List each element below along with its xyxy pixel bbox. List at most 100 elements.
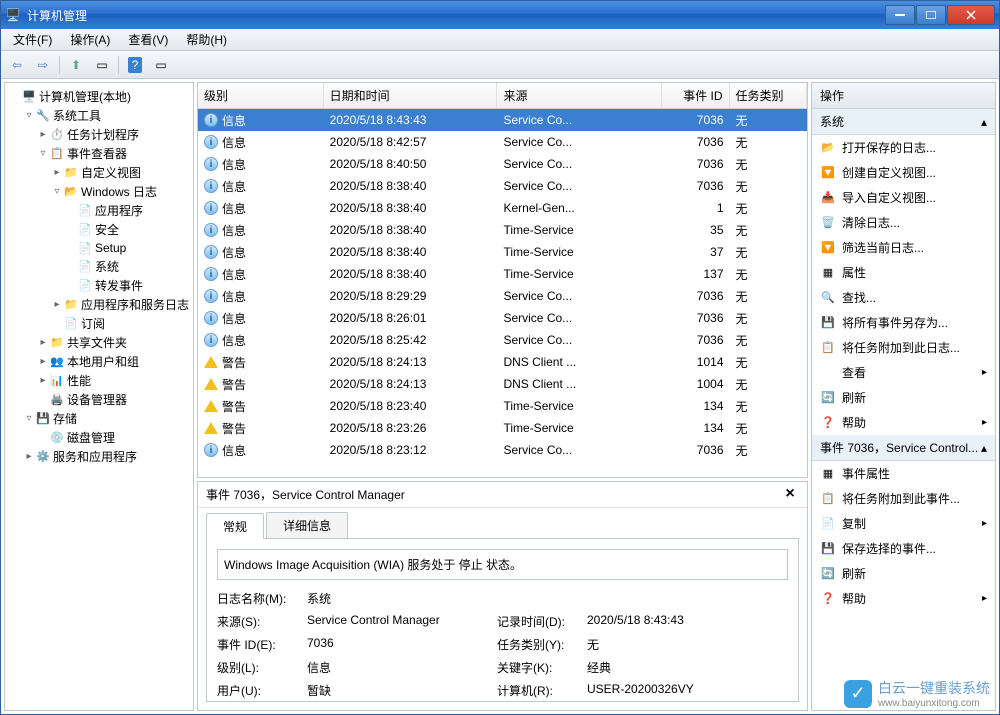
action-item[interactable]: 查看▸: [812, 360, 995, 385]
tree-toggle-icon[interactable]: ▸: [23, 451, 35, 462]
tree-node[interactable]: 📄安全: [5, 220, 193, 239]
tree-node[interactable]: 📄Setup: [5, 239, 193, 257]
tree-node[interactable]: ▸⏱️任务计划程序: [5, 125, 193, 144]
tree-node[interactable]: ▿💾存储: [5, 409, 193, 428]
tree-node[interactable]: ▸👥本地用户和组: [5, 352, 193, 371]
tree-node[interactable]: ▿🔧系统工具: [5, 106, 193, 125]
action-item[interactable]: 📂打开保存的日志...: [812, 135, 995, 160]
tree-label: 服务和应用程序: [53, 448, 137, 465]
show-hide-button[interactable]: ▭: [90, 54, 114, 76]
tree-toggle-icon[interactable]: ▿: [51, 186, 63, 197]
col-source[interactable]: 来源: [497, 83, 661, 108]
action-item[interactable]: 💾保存选择的事件...: [812, 536, 995, 561]
event-row[interactable]: 警告2020/5/18 8:23:26Time-Service134无: [198, 417, 807, 439]
event-row[interactable]: i信息2020/5/18 8:38:40Time-Service37无: [198, 241, 807, 263]
keyword-label: 关键字(K):: [497, 659, 587, 676]
action-label: 帮助: [842, 590, 866, 607]
action-item[interactable]: ▦属性: [812, 260, 995, 285]
tab-general[interactable]: 常规: [206, 513, 264, 539]
tree-toggle-icon[interactable]: ▸: [37, 337, 49, 348]
col-level[interactable]: 级别: [198, 83, 324, 108]
event-row[interactable]: i信息2020/5/18 8:42:57Service Co...7036无: [198, 131, 807, 153]
event-row[interactable]: i信息2020/5/18 8:40:50Service Co...7036无: [198, 153, 807, 175]
event-row[interactable]: i信息2020/5/18 8:23:12Service Co...7036无: [198, 439, 807, 461]
event-row[interactable]: i信息2020/5/18 8:38:40Time-Service137无: [198, 263, 807, 285]
detail-close-button[interactable]: ×: [781, 487, 799, 503]
event-row[interactable]: i信息2020/5/18 8:38:40Kernel-Gen...1无: [198, 197, 807, 219]
tree-toggle-icon[interactable]: ▿: [23, 110, 35, 121]
action-icon: 📋: [820, 491, 836, 507]
action-item[interactable]: 🔄刷新: [812, 561, 995, 586]
action-item[interactable]: 🔽创建自定义视图...: [812, 160, 995, 185]
minimize-button[interactable]: [885, 5, 915, 25]
collapse-icon[interactable]: ▴: [981, 441, 987, 455]
action-item[interactable]: 🗑️清除日志...: [812, 210, 995, 235]
action-item[interactable]: 🔄刷新: [812, 385, 995, 410]
back-button[interactable]: ⇦: [5, 54, 29, 76]
tree-node[interactable]: 📄应用程序: [5, 201, 193, 220]
props-button[interactable]: ▭: [149, 54, 173, 76]
tree-node[interactable]: 📄转发事件: [5, 276, 193, 295]
tree-node[interactable]: ▸📁应用程序和服务日志: [5, 295, 193, 314]
action-item[interactable]: 📋将任务附加到此事件...: [812, 486, 995, 511]
tree-toggle-icon[interactable]: ▸: [37, 129, 49, 140]
tree-node[interactable]: ▸📁共享文件夹: [5, 333, 193, 352]
action-label: 将任务附加到此日志...: [842, 339, 960, 356]
menu-file[interactable]: 文件(F): [5, 29, 60, 50]
action-icon: ❓: [820, 591, 836, 607]
tree-icon: 🖨️: [49, 392, 65, 408]
action-item[interactable]: 📄复制▸: [812, 511, 995, 536]
tree-node[interactable]: 📄系统: [5, 257, 193, 276]
tree-node[interactable]: 📄订阅: [5, 314, 193, 333]
col-id[interactable]: 事件 ID: [662, 83, 730, 108]
event-row[interactable]: i信息2020/5/18 8:38:40Service Co...7036无: [198, 175, 807, 197]
action-item[interactable]: ❓帮助▸: [812, 586, 995, 611]
event-row[interactable]: i信息2020/5/18 8:38:40Time-Service35无: [198, 219, 807, 241]
up-button[interactable]: ⬆: [64, 54, 88, 76]
tree-toggle-icon[interactable]: ▿: [23, 413, 35, 424]
close-button[interactable]: [947, 5, 995, 25]
help-button[interactable]: ?: [123, 54, 147, 76]
tree-toggle-icon[interactable]: ▸: [51, 299, 63, 310]
menu-help[interactable]: 帮助(H): [178, 29, 235, 50]
tree-node[interactable]: ▿📋事件查看器: [5, 144, 193, 163]
event-row[interactable]: i信息2020/5/18 8:25:42Service Co...7036无: [198, 329, 807, 351]
nav-tree[interactable]: 🖥️计算机管理(本地)▿🔧系统工具▸⏱️任务计划程序▿📋事件查看器▸📁自定义视图…: [4, 82, 194, 711]
maximize-button[interactable]: [916, 5, 946, 25]
action-item[interactable]: ▦事件属性: [812, 461, 995, 486]
col-date[interactable]: 日期和时间: [324, 83, 498, 108]
tree-toggle-icon[interactable]: ▸: [51, 167, 63, 178]
tree-toggle-icon[interactable]: ▸: [37, 375, 49, 386]
tree-node[interactable]: ▸📁自定义视图: [5, 163, 193, 182]
col-cat[interactable]: 任务类别: [730, 83, 808, 108]
tree-toggle-icon[interactable]: ▿: [37, 148, 49, 159]
tree-node[interactable]: ▿📂Windows 日志: [5, 182, 193, 201]
tree-node[interactable]: ▸⚙️服务和应用程序: [5, 447, 193, 466]
menu-view[interactable]: 查看(V): [120, 29, 176, 50]
tree-icon: 📄: [77, 222, 93, 238]
menu-action[interactable]: 操作(A): [62, 29, 118, 50]
event-row[interactable]: 警告2020/5/18 8:24:13DNS Client ...1004无: [198, 373, 807, 395]
tree-node[interactable]: 💿磁盘管理: [5, 428, 193, 447]
tree-node[interactable]: ▸📊性能: [5, 371, 193, 390]
tree-toggle-icon[interactable]: ▸: [37, 356, 49, 367]
action-item[interactable]: 📋将任务附加到此日志...: [812, 335, 995, 360]
action-item[interactable]: 🔽筛选当前日志...: [812, 235, 995, 260]
action-item[interactable]: 📥导入自定义视图...: [812, 185, 995, 210]
eventid-label: 事件 ID(E):: [217, 636, 307, 653]
event-row[interactable]: i信息2020/5/18 8:29:29Service Co...7036无: [198, 285, 807, 307]
action-item[interactable]: 🔍查找...: [812, 285, 995, 310]
collapse-icon[interactable]: ▴: [981, 115, 987, 129]
warning-icon: [204, 422, 218, 434]
tree-node[interactable]: 🖥️计算机管理(本地): [5, 87, 193, 106]
event-row[interactable]: i信息2020/5/18 8:26:01Service Co...7036无: [198, 307, 807, 329]
action-item[interactable]: ❓帮助▸: [812, 410, 995, 435]
tree-icon: 📄: [77, 278, 93, 294]
tree-node[interactable]: 🖨️设备管理器: [5, 390, 193, 409]
tab-details[interactable]: 详细信息: [266, 512, 348, 538]
event-row[interactable]: i信息2020/5/18 8:43:43Service Co...7036无: [198, 109, 807, 131]
forward-button[interactable]: ⇨: [31, 54, 55, 76]
event-row[interactable]: 警告2020/5/18 8:24:13DNS Client ...1014无: [198, 351, 807, 373]
event-row[interactable]: 警告2020/5/18 8:23:40Time-Service134无: [198, 395, 807, 417]
action-item[interactable]: 💾将所有事件另存为...: [812, 310, 995, 335]
